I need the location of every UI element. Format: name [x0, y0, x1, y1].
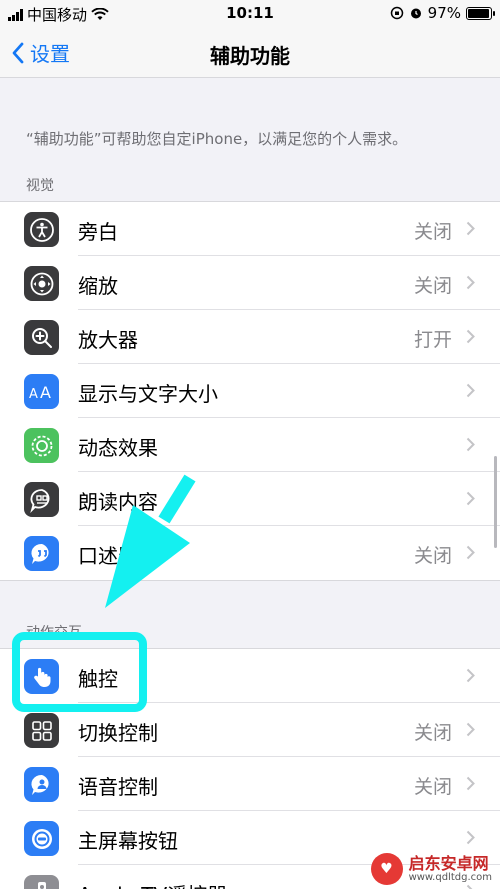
watermark-text: 启东安卓网 www.qdltdg.com: [409, 855, 492, 884]
chevron-right-icon: [466, 722, 475, 737]
row-value: 关闭: [413, 275, 452, 297]
section-header-interaction: 动作交互: [26, 625, 82, 641]
voice-control-icon: [24, 767, 59, 802]
chevron-right-icon: [466, 545, 475, 560]
page-title: 辅助功能: [210, 44, 290, 68]
row-label: 放大器: [78, 328, 138, 352]
chevron-right-icon: [466, 491, 475, 506]
battery-icon: [466, 6, 495, 20]
alarm-icon: [410, 8, 421, 19]
audio-description-icon: [24, 536, 59, 571]
settings-row-voiceover[interactable]: 旁白 关闭: [0, 202, 500, 256]
settings-row-audio-descriptions[interactable]: 口述影像 关闭: [0, 526, 500, 580]
row-label: 语音控制: [78, 775, 158, 799]
row-value: 关闭: [413, 221, 452, 243]
row-label: 缩放: [78, 274, 118, 298]
watermark-logo-icon: ♥: [370, 853, 403, 885]
magnifier-icon: [24, 320, 59, 355]
watermark-name: 启东安卓网: [408, 853, 489, 873]
settings-row-motion[interactable]: 动态效果: [0, 418, 500, 472]
row-label: 口述影像: [78, 544, 158, 568]
row-label: 主屏幕按钮: [78, 829, 178, 853]
zoom-icon: [24, 266, 59, 301]
settings-row-magnifier[interactable]: 放大器 打开: [0, 310, 500, 364]
row-label: 朗读内容: [78, 490, 158, 514]
row-label: 旁白: [78, 220, 118, 244]
chevron-right-icon: [466, 221, 475, 236]
text-size-icon: AA: [24, 374, 59, 409]
settings-row-display-text-size[interactable]: AA 显示与文字大小: [0, 364, 500, 418]
navigation-bar: 设置 辅助功能: [0, 28, 500, 78]
chevron-right-icon: [466, 830, 475, 845]
battery-percent: 97%: [427, 4, 461, 22]
settings-row-spoken-content[interactable]: 朗读内容: [0, 472, 500, 526]
row-value: 关闭: [413, 722, 452, 744]
watermark-url: www.qdltdg.com: [408, 872, 492, 884]
chevron-right-icon: [466, 275, 475, 290]
chevron-right-icon: [466, 329, 475, 344]
row-value: 关闭: [413, 776, 452, 798]
page-description: “辅助功能”可帮助您自定iPhone，以满足您的个人需求。: [26, 130, 408, 148]
row-value: 关闭: [413, 545, 452, 567]
battery-fill: [468, 8, 490, 18]
settings-row-zoom[interactable]: 缩放 关闭: [0, 256, 500, 310]
row-label: Apple TV遥控器: [78, 879, 227, 889]
svg-text:A: A: [29, 387, 38, 402]
touch-icon: [24, 659, 59, 694]
settings-group-vision: 旁白 关闭 缩放 关闭 放大器 打开 AA 显示与文字大小 动态效果 朗读内容 …: [0, 201, 500, 581]
scrollbar-indicator[interactable]: [494, 456, 497, 548]
status-bar: 中国移动 10:11 97%: [0, 0, 500, 28]
section-header-vision: 视觉: [26, 178, 54, 194]
settings-row-touch[interactable]: 触控: [0, 649, 500, 703]
row-label: 切换控制: [78, 721, 158, 745]
status-icons: 97%: [390, 4, 495, 22]
chevron-right-icon: [466, 668, 475, 683]
settings-row-voice-control[interactable]: 语音控制 关闭: [0, 757, 500, 811]
row-label: 显示与文字大小: [78, 382, 218, 406]
motion-icon: [24, 428, 59, 463]
chevron-right-icon: [466, 383, 475, 398]
home-button-icon: [24, 821, 59, 856]
chevron-right-icon: [466, 776, 475, 791]
row-label: 触控: [78, 667, 118, 691]
voiceover-icon: [24, 212, 59, 247]
watermark: ♥ 启东安卓网 www.qdltdg.com: [370, 853, 492, 885]
row-label: 动态效果: [78, 436, 158, 460]
settings-row-switch-control[interactable]: 切换控制 关闭: [0, 703, 500, 757]
row-value: 打开: [413, 329, 452, 351]
orientation-lock-icon: [390, 6, 403, 20]
svg-text:A: A: [40, 383, 51, 402]
switch-control-icon: [24, 713, 59, 748]
apple-tv-remote-icon: [24, 875, 59, 889]
chevron-right-icon: [466, 437, 475, 452]
spoken-content-icon: [24, 482, 59, 517]
